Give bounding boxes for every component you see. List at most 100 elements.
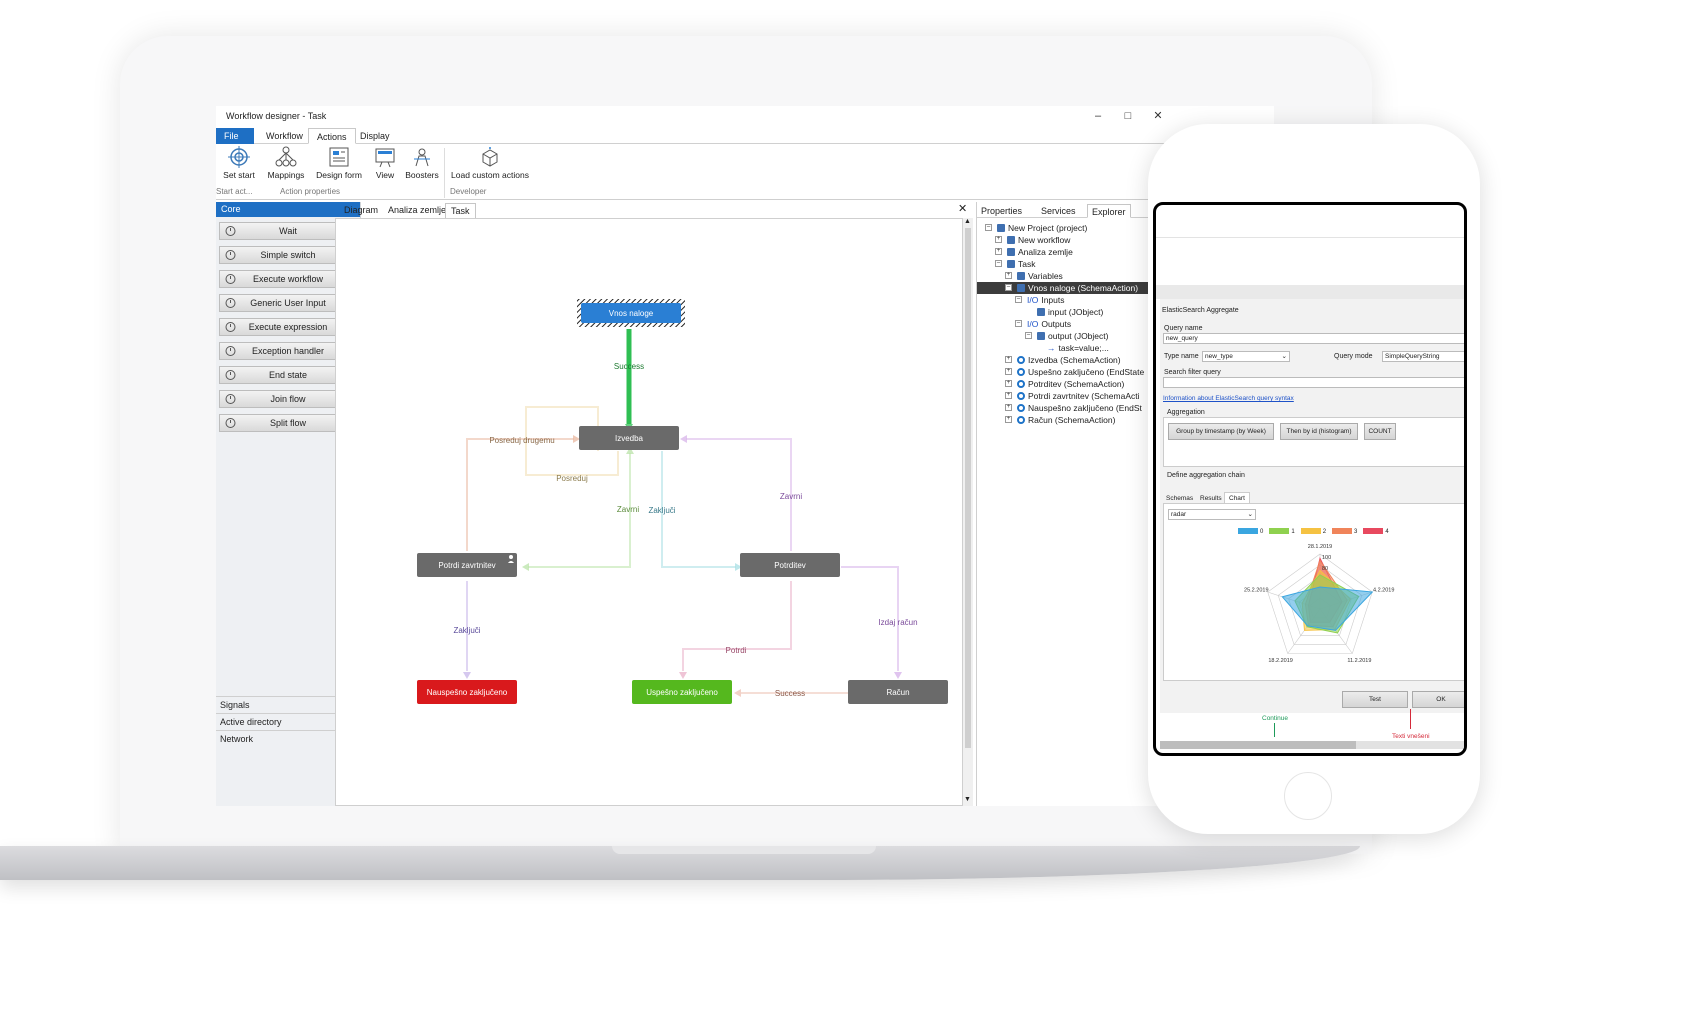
prefix-icon: I/O xyxy=(1027,295,1039,305)
node-racun-label: Račun xyxy=(886,688,909,697)
expand-toggle-icon[interactable]: – xyxy=(1025,332,1032,339)
legend-swatch xyxy=(1363,528,1384,534)
legend-item[interactable]: 1 xyxy=(1269,528,1295,535)
maximize-button[interactable]: □ xyxy=(1114,108,1142,124)
expand-toggle-icon[interactable]: + xyxy=(995,248,1002,255)
query-syntax-link[interactable]: Information about ElasticSearch query sy… xyxy=(1163,395,1294,402)
radar-axis-label: 28.1.2019 xyxy=(1308,544,1332,550)
chevron-down-icon: ⌄ xyxy=(1281,353,1287,360)
tab-services[interactable]: Services xyxy=(1037,204,1080,218)
expand-toggle-icon[interactable]: – xyxy=(995,260,1002,267)
tree-node-label: Račun (SchemaAction) xyxy=(1028,415,1116,425)
edge-label-izdaj_racun: Izdaj račun xyxy=(878,618,917,627)
workflow-node-icon xyxy=(997,224,1005,232)
minimize-button[interactable]: – xyxy=(1084,108,1112,124)
menu-tabs: File Workflow Actions Display xyxy=(216,128,1274,144)
query-mode-select[interactable]: SimpleQueryString xyxy=(1382,351,1464,362)
type-name-value: new_type xyxy=(1205,353,1233,360)
workflow-canvas[interactable]: Success Posreduj drugemu Posreduj Zavrni Zak… xyxy=(335,218,963,806)
search-filter-input[interactable] xyxy=(1163,377,1464,388)
expand-toggle-icon[interactable]: – xyxy=(1005,284,1012,291)
target-icon xyxy=(228,146,250,168)
edge-zavrni-2 xyxy=(686,438,792,551)
canvas-scrollbar[interactable]: ▲ ▼ xyxy=(963,218,973,806)
view-label: View xyxy=(375,170,395,180)
tree-node-label: task=value;... xyxy=(1058,343,1109,353)
legend-item[interactable]: 2 xyxy=(1300,528,1327,535)
edge-label-posreduj: Posreduj xyxy=(556,474,588,483)
tool-icon xyxy=(224,369,237,381)
continue-label: Continue xyxy=(1262,715,1289,722)
then-by-id-button[interactable]: Then by id (histogram) xyxy=(1280,423,1358,440)
radar-tick-label: 100 xyxy=(1322,555,1331,561)
legend-item[interactable]: 0 xyxy=(1238,528,1263,535)
expand-toggle-icon[interactable]: + xyxy=(1005,368,1012,375)
expand-toggle-icon[interactable]: + xyxy=(1005,380,1012,387)
tab-explorer[interactable]: Explorer xyxy=(1087,204,1131,218)
expand-toggle-icon[interactable]: + xyxy=(1005,404,1012,411)
document-tabs: Diagram Analiza zemlje Task xyxy=(335,202,971,218)
expand-toggle-icon[interactable]: – xyxy=(1015,320,1022,327)
tree-node-label: Potrditev (SchemaAction) xyxy=(1028,379,1125,389)
legend-label: 2 xyxy=(1322,529,1327,535)
tab-schemas[interactable]: Schemas xyxy=(1166,495,1193,502)
load-custom-actions-button[interactable]: Load custom actions xyxy=(448,146,532,180)
tab-task[interactable]: Task xyxy=(445,203,476,218)
tab-results[interactable]: Results xyxy=(1200,495,1222,502)
close-button[interactable]: ✕ xyxy=(1144,108,1172,124)
query-name-label: Query name xyxy=(1164,325,1203,332)
action-node-icon xyxy=(1017,380,1025,388)
ok-button[interactable]: OK xyxy=(1412,691,1464,708)
tab-file[interactable]: File xyxy=(216,128,254,144)
expand-toggle-icon[interactable]: + xyxy=(1005,416,1012,423)
boosters-button[interactable]: Boosters xyxy=(404,146,440,180)
expand-toggle-icon[interactable]: + xyxy=(1005,392,1012,399)
search-filter-label: Search filter query xyxy=(1164,369,1221,376)
radar-axis-label: 4.2.2019 xyxy=(1373,588,1394,594)
chart-type-select[interactable]: radar ⌄ xyxy=(1168,509,1256,520)
phone-scrollbar[interactable] xyxy=(1160,741,1464,749)
tab-display[interactable]: Display xyxy=(352,128,398,144)
group-by-timestamp-button[interactable]: Group by timestamp (by Week) xyxy=(1168,423,1274,440)
phone-scroll-thumb[interactable] xyxy=(1160,741,1356,749)
scroll-up-icon[interactable]: ▲ xyxy=(964,218,971,225)
count-button[interactable]: COUNT xyxy=(1364,423,1396,440)
tree-node-label: Inputs xyxy=(1041,295,1065,305)
expand-toggle-icon[interactable]: + xyxy=(1005,272,1012,279)
tool-label: Join flow xyxy=(270,394,306,404)
tool-label: Simple switch xyxy=(260,250,316,260)
workflow-diagram: Success Posreduj drugemu Posreduj Zavrni Zak… xyxy=(417,299,948,704)
legend-item[interactable]: 3 xyxy=(1332,528,1357,535)
tab-actions[interactable]: Actions xyxy=(308,128,356,144)
type-name-label: Type name xyxy=(1164,353,1199,360)
tree-node-label: Analiza zemlje xyxy=(1018,247,1073,257)
prefix-icon: → xyxy=(1047,343,1056,353)
legend-label: 4 xyxy=(1385,529,1389,535)
package-icon xyxy=(482,147,498,167)
close-document-icon[interactable]: ✕ xyxy=(958,202,967,215)
mappings-button[interactable]: Mappings xyxy=(266,146,306,180)
tab-workflow[interactable]: Workflow xyxy=(258,128,311,144)
query-name-input[interactable]: new_query xyxy=(1163,333,1464,344)
group-start-act: Start act... xyxy=(216,187,253,196)
tab-analiza-zemlje[interactable]: Analiza zemlje xyxy=(383,203,451,218)
legend-item[interactable]: 4 xyxy=(1363,528,1389,535)
scroll-down-icon[interactable]: ▼ xyxy=(964,796,971,803)
type-name-select[interactable]: new_type ⌄ xyxy=(1202,351,1290,362)
node-potrdi-zavrtnitev-label: Potrdi zavrtnitev xyxy=(438,561,495,570)
expand-toggle-icon[interactable]: – xyxy=(985,224,992,231)
design-form-button[interactable]: Design form xyxy=(312,146,366,180)
expand-toggle-icon[interactable]: + xyxy=(1005,356,1012,363)
edge-arrow xyxy=(522,563,529,571)
expand-toggle-icon[interactable]: – xyxy=(1015,296,1022,303)
radar-legend: 0 1 2 3 4 xyxy=(1238,528,1395,535)
scroll-thumb[interactable] xyxy=(965,228,971,748)
test-button[interactable]: Test xyxy=(1342,691,1408,708)
set-start-button[interactable]: Set start xyxy=(222,146,256,180)
view-button[interactable]: View xyxy=(370,146,400,180)
legend-swatch xyxy=(1269,528,1290,534)
stage: Workflow designer - Task – □ ✕ File Work… xyxy=(0,0,1690,1026)
tab-properties[interactable]: Properties xyxy=(977,204,1026,218)
tab-diagram[interactable]: Diagram xyxy=(339,203,383,218)
expand-toggle-icon[interactable]: + xyxy=(995,236,1002,243)
